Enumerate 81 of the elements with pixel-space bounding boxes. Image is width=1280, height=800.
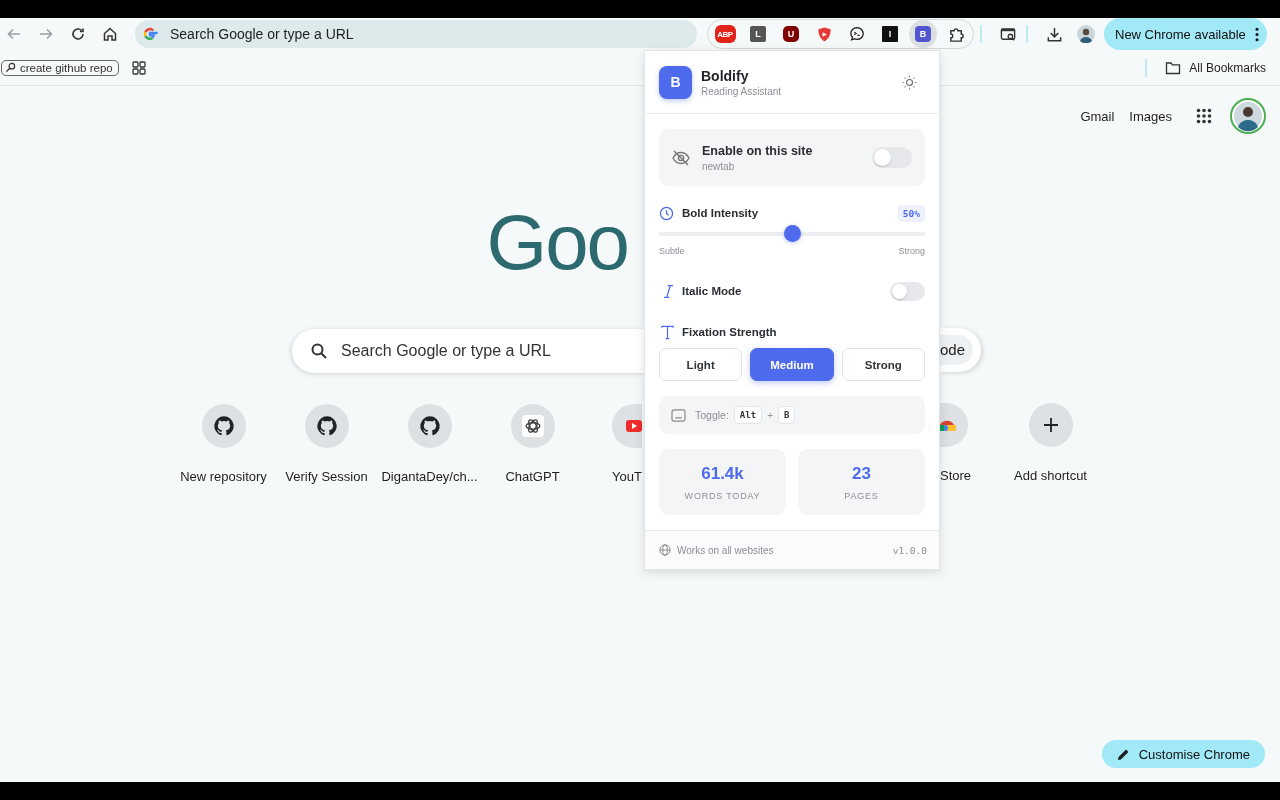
- key-cap: B: [777, 406, 796, 424]
- clock-icon: [659, 205, 674, 221]
- italic-icon: [663, 283, 674, 299]
- download-icon: [1045, 25, 1063, 43]
- setting-label: Bold Intensity: [682, 207, 759, 219]
- stat-value: 23: [852, 463, 871, 484]
- header-link[interactable]: Gmail: [1080, 108, 1115, 124]
- stat-label: PAGES: [844, 490, 879, 501]
- forward-icon: [38, 26, 54, 42]
- address-bar[interactable]: Search Google or type a URL: [135, 20, 697, 48]
- apps-icon[interactable]: [1196, 108, 1212, 124]
- update-button[interactable]: New Chrome available: [1104, 18, 1267, 50]
- knot-icon: [521, 415, 544, 437]
- footer-note: Works on all websites: [677, 544, 774, 556]
- profile-button[interactable]: [1074, 22, 1098, 46]
- strength-option[interactable]: Strong: [841, 348, 925, 381]
- plus-sign: +: [767, 409, 773, 421]
- shield-icon: [815, 25, 833, 43]
- back-icon: [6, 26, 22, 42]
- folder-icon: [1165, 60, 1182, 75]
- toggle-switch[interactable]: [890, 281, 925, 301]
- all-bookmarks-button[interactable]: All Bookmarks: [1165, 60, 1266, 75]
- value-badge: 50%: [897, 204, 925, 222]
- github-icon: [315, 415, 338, 437]
- github-icon: [212, 415, 235, 437]
- header-link[interactable]: Images: [1129, 108, 1172, 124]
- puzzle-icon: [947, 25, 965, 43]
- strength-option[interactable]: Medium: [750, 348, 834, 381]
- github-icon: [418, 415, 441, 437]
- extension-button[interactable]: I: [876, 20, 904, 48]
- reload-icon: [70, 26, 86, 42]
- apps-icon[interactable]: [131, 60, 146, 75]
- shortcut-tile[interactable]: New repository: [172, 404, 275, 484]
- customise-button[interactable]: Customise Chrome: [1101, 740, 1265, 768]
- address-input[interactable]: Search Google or type a URL: [168, 25, 572, 43]
- popup-title: Boldify: [701, 67, 750, 84]
- shortcut-tile[interactable]: ChatGPT: [481, 404, 584, 484]
- globe-icon: [659, 544, 671, 556]
- avatar-icon[interactable]: [1230, 98, 1266, 134]
- strength-option[interactable]: Light: [659, 348, 743, 381]
- popup-subtitle: Reading Assistant: [701, 85, 783, 97]
- shortcut-tile[interactable]: Store: [940, 403, 999, 483]
- bookmark-item[interactable]: create github repo: [1, 59, 119, 76]
- setting-label: Italic Mode: [682, 285, 742, 297]
- key-cap: Alt: [733, 406, 763, 424]
- play-icon: [626, 418, 642, 434]
- extension-button[interactable]: B: [909, 20, 937, 48]
- extension-button[interactable]: L: [744, 20, 772, 48]
- search-field-edge[interactable]: ode: [940, 328, 981, 372]
- home-icon: [102, 26, 118, 42]
- shortcut-label: Toggle:: [695, 409, 729, 421]
- search-icon: [5, 62, 16, 73]
- extension-button[interactable]: U: [777, 20, 805, 48]
- theme-toggle-icon[interactable]: [902, 74, 917, 90]
- mode-chip[interactable]: ode: [940, 335, 974, 365]
- tab-search-icon: [999, 25, 1017, 43]
- slider-max-label: Strong: [898, 246, 925, 256]
- more-icon: [1254, 26, 1259, 42]
- search-field[interactable]: Search Google or type a URL: [292, 329, 644, 373]
- toggle-switch[interactable]: [872, 147, 912, 168]
- shortcut-tile[interactable]: Add shortcut: [999, 403, 1102, 483]
- add-icon: [1042, 417, 1059, 433]
- pencil-icon: [1116, 747, 1130, 761]
- stat-value: 61.4k: [701, 463, 744, 484]
- stat-label: WORDS TODAY: [684, 490, 761, 501]
- shortcut-tile[interactable]: Verify Session: [275, 404, 378, 484]
- shortcut-tile[interactable]: DigantaDey/ch...: [378, 404, 481, 484]
- text-icon: [661, 324, 674, 340]
- keyboard-icon: [671, 408, 686, 422]
- search-icon: [310, 342, 328, 360]
- google-logo: Goo: [486, 202, 629, 282]
- search-input[interactable]: Search Google or type a URL: [339, 341, 643, 361]
- site-name: newtab: [702, 160, 736, 172]
- avatar-icon: [1077, 25, 1095, 43]
- chat-bubble-icon: [849, 26, 865, 42]
- version-label: v1.0.0: [892, 544, 927, 556]
- slider-min-label: Subtle: [659, 246, 685, 256]
- setting-label: Fixation Strength: [682, 326, 777, 338]
- setting-label: Enable on this site: [702, 143, 814, 158]
- app-logo: B: [659, 65, 692, 99]
- google-icon: [142, 26, 158, 42]
